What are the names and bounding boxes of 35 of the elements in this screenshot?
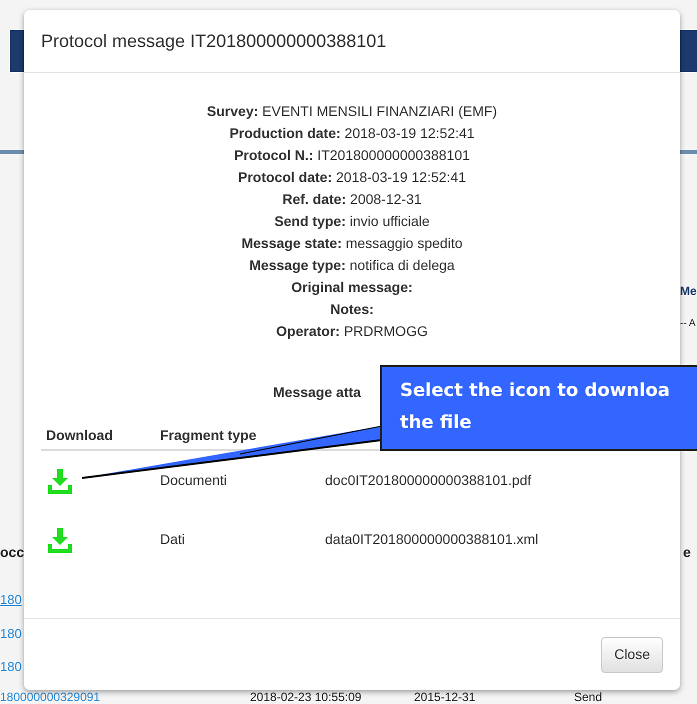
attachments-heading: Message atta xyxy=(273,383,361,402)
protocol-link[interactable]: 180000000329091 xyxy=(0,690,100,704)
detail-line: Ref. date: 2008-12-31 xyxy=(282,190,422,209)
callout-text: the file xyxy=(400,411,473,435)
table-cell-text: -- A xyxy=(680,317,696,331)
detail-line: Send type: invio ufficiale xyxy=(274,212,430,231)
detail-line: Production date: 2018-03-19 12:52:41 xyxy=(229,124,475,143)
detail-line: Original message: xyxy=(291,278,413,297)
detail-line: Protocol date: 2018-03-19 12:52:41 xyxy=(238,168,466,187)
detail-line: Survey: EVENTI MENSILI FINANZIARI (EMF) xyxy=(206,102,498,121)
callout-text: Select the icon to downloa xyxy=(400,379,671,403)
detail-line: Message type: notifica di delega xyxy=(249,256,455,275)
column-header: e xyxy=(683,543,691,562)
modal-title: Protocol message IT201800000000388101 xyxy=(41,30,386,53)
detail-line: Notes: xyxy=(330,300,374,319)
table-cell-text: doc0IT201800000000388101.pdf xyxy=(325,471,532,490)
column-header: Me xyxy=(680,283,697,300)
detail-line: Message state: messaggio spedito xyxy=(241,234,463,253)
column-header: Fragment type xyxy=(160,426,256,445)
table-cell-text: data0IT201800000000388101.xml xyxy=(325,530,538,549)
column-header: occ xyxy=(0,543,24,562)
detail-line: Protocol N.: IT201800000000388101 xyxy=(234,146,470,165)
table-cell: 2015-12-31 xyxy=(414,690,476,704)
close-button[interactable]: Close xyxy=(601,636,663,672)
download-icon[interactable] xyxy=(46,526,74,554)
download-icon[interactable] xyxy=(46,466,74,494)
table-cell: Send xyxy=(574,690,602,704)
table-cell-text: Dati xyxy=(160,530,186,549)
protocol-link[interactable]: 180 xyxy=(0,657,22,676)
column-header: Download xyxy=(45,426,114,444)
protocol-link[interactable]: 180 xyxy=(0,624,22,644)
detail-line: Operator: PRDRMOGG xyxy=(276,322,428,341)
table-cell: 2018-02-23 10:55:09 xyxy=(250,690,362,704)
protocol-link[interactable]: 180 xyxy=(0,590,22,610)
table-cell-text: Documenti xyxy=(160,471,228,490)
